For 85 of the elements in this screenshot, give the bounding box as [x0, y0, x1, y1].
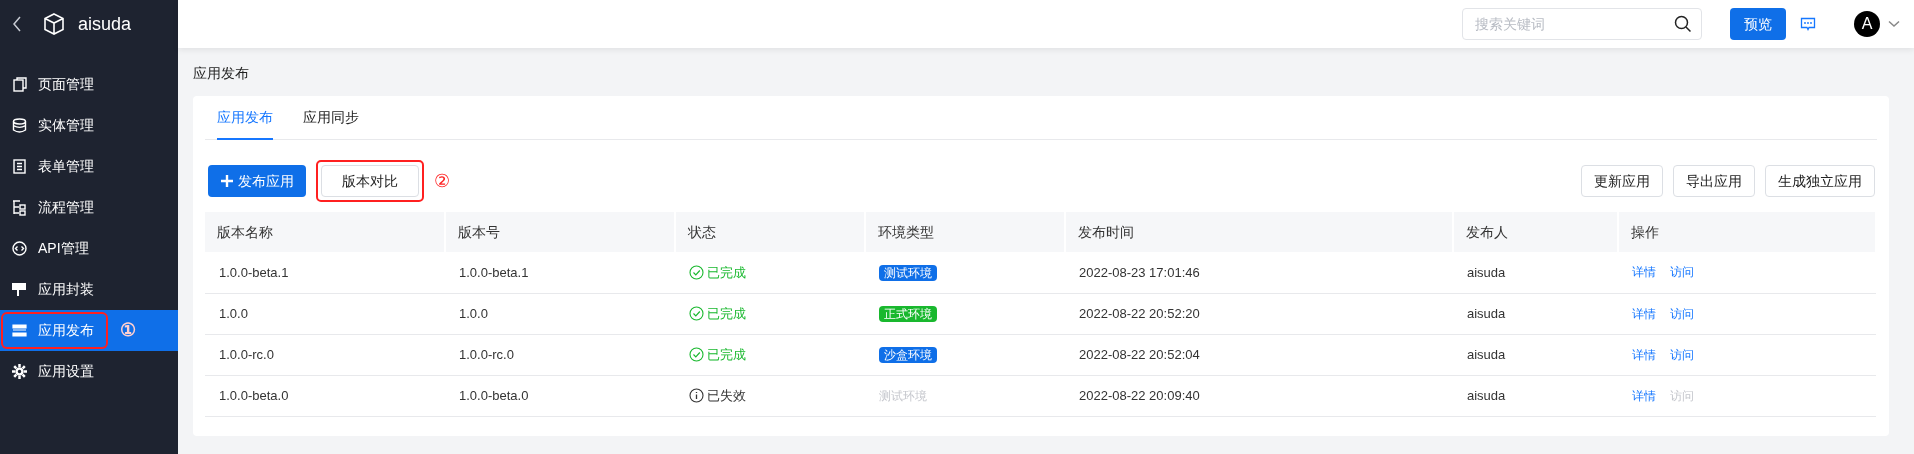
action-link[interactable]: 详情: [1632, 345, 1656, 364]
table-cell: 1.0.0-beta.0: [459, 387, 529, 403]
environment-tag: 测试环境: [879, 264, 937, 281]
table-cell: aisuda: [1467, 264, 1506, 280]
action-link[interactable]: 详情: [1632, 386, 1656, 405]
code-icon: [11, 240, 28, 257]
check-circle-icon: [689, 347, 704, 362]
page-title: 应用发布: [193, 63, 250, 83]
message-icon[interactable]: [1800, 16, 1816, 32]
table-cell: 1.0.0-beta.1: [459, 264, 529, 280]
sidebar-item[interactable]: 应用发布 ①: [0, 310, 178, 351]
sidebar-item[interactable]: 流程管理: [0, 187, 178, 228]
table-cell: 1.0.0: [219, 305, 248, 321]
sidebar-label: 流程管理: [38, 198, 94, 217]
column-header: 发布人: [1453, 212, 1618, 252]
sidebar-label: 应用发布: [38, 321, 94, 340]
environment-tag: 沙盒环境: [879, 346, 937, 363]
back-icon[interactable]: [12, 15, 22, 33]
status-text: 已失效: [707, 386, 746, 405]
info-icon: [689, 388, 704, 403]
action-link[interactable]: 访问: [1670, 304, 1694, 323]
table-cell: 1.0.0-beta.0: [219, 387, 289, 403]
status-text: 已完成: [707, 345, 746, 364]
list-icon: [11, 158, 28, 175]
sidebar-label: API管理: [38, 239, 89, 258]
app-name: aisuda: [78, 12, 132, 36]
check-circle-icon: [689, 264, 704, 280]
table-cell: aisuda: [1467, 346, 1506, 362]
gear-icon: [11, 363, 28, 380]
table-cell: 1.0.0-rc.0: [459, 346, 514, 362]
table-cell: 2022-08-22 20:09:40: [1079, 387, 1200, 403]
sidebar-item[interactable]: 应用设置: [0, 351, 178, 392]
action-link[interactable]: 详情: [1632, 263, 1656, 282]
tab[interactable]: 应用同步: [303, 96, 359, 140]
sidebar-label: 应用设置: [38, 362, 94, 381]
annotation-number: ①: [120, 319, 136, 342]
flow-icon: [11, 199, 28, 216]
sidebar-label: 表单管理: [38, 157, 94, 176]
toolbar-button[interactable]: 生成独立应用: [1765, 165, 1875, 197]
table-cell: aisuda: [1467, 387, 1506, 403]
column-header: 操作: [1618, 212, 1876, 252]
annotation-number: ②: [434, 169, 450, 193]
sidebar-label: 应用封装: [38, 280, 94, 299]
compare-button[interactable]: 版本对比: [321, 165, 419, 197]
action-link[interactable]: 访问: [1670, 263, 1694, 282]
sidebar-label: 实体管理: [38, 116, 94, 135]
column-header: 版本号: [445, 212, 675, 252]
table-cell: 2022-08-22 20:52:04: [1079, 346, 1200, 362]
status-text: 已完成: [707, 304, 746, 323]
publish-icon: [11, 322, 28, 339]
chevron-down-icon[interactable]: [1888, 20, 1900, 28]
table-cell: 1.0.0-beta.1: [219, 264, 289, 280]
column-header: 环境类型: [865, 212, 1065, 252]
sidebar-label: 页面管理: [38, 75, 94, 94]
column-header: 状态: [675, 212, 865, 252]
action-link[interactable]: 详情: [1632, 304, 1656, 323]
search-field[interactable]: 搜索关键词: [1462, 8, 1702, 40]
column-header: 版本名称: [205, 212, 445, 252]
sidebar-item[interactable]: 应用封装: [0, 269, 178, 310]
status-text: 已完成: [707, 263, 746, 282]
table-cell: 2022-08-23 17:01:46: [1079, 264, 1200, 280]
cube-icon: [42, 12, 66, 36]
toolbar-button[interactable]: 导出应用: [1673, 165, 1755, 197]
toolbar-button[interactable]: 更新应用: [1581, 165, 1663, 197]
sidebar-item[interactable]: 页面管理: [0, 64, 178, 105]
publish-button[interactable]: 发布应用: [208, 165, 306, 197]
tab[interactable]: 应用发布: [217, 96, 273, 140]
pages-icon: [11, 76, 28, 93]
plus-icon: [220, 174, 234, 188]
table-cell: 1.0.0: [459, 305, 488, 321]
sidebar-item[interactable]: API管理: [0, 228, 178, 269]
action-link[interactable]: 访问: [1670, 345, 1694, 364]
search-icon[interactable]: [1674, 15, 1692, 33]
signpost-icon: [11, 281, 28, 298]
table-cell: aisuda: [1467, 305, 1506, 321]
database-icon: [11, 117, 28, 134]
column-header: 发布时间: [1065, 212, 1453, 252]
avatar[interactable]: A: [1854, 11, 1880, 37]
table-cell: 2022-08-22 20:52:20: [1079, 305, 1200, 321]
sidebar-item[interactable]: 实体管理: [0, 105, 178, 146]
sidebar-item[interactable]: 表单管理: [0, 146, 178, 187]
preview-button[interactable]: 预览: [1730, 8, 1786, 40]
environment-tag: 正式环境: [879, 305, 937, 322]
check-circle-icon: [689, 306, 704, 321]
table-cell: 1.0.0-rc.0: [219, 346, 274, 362]
